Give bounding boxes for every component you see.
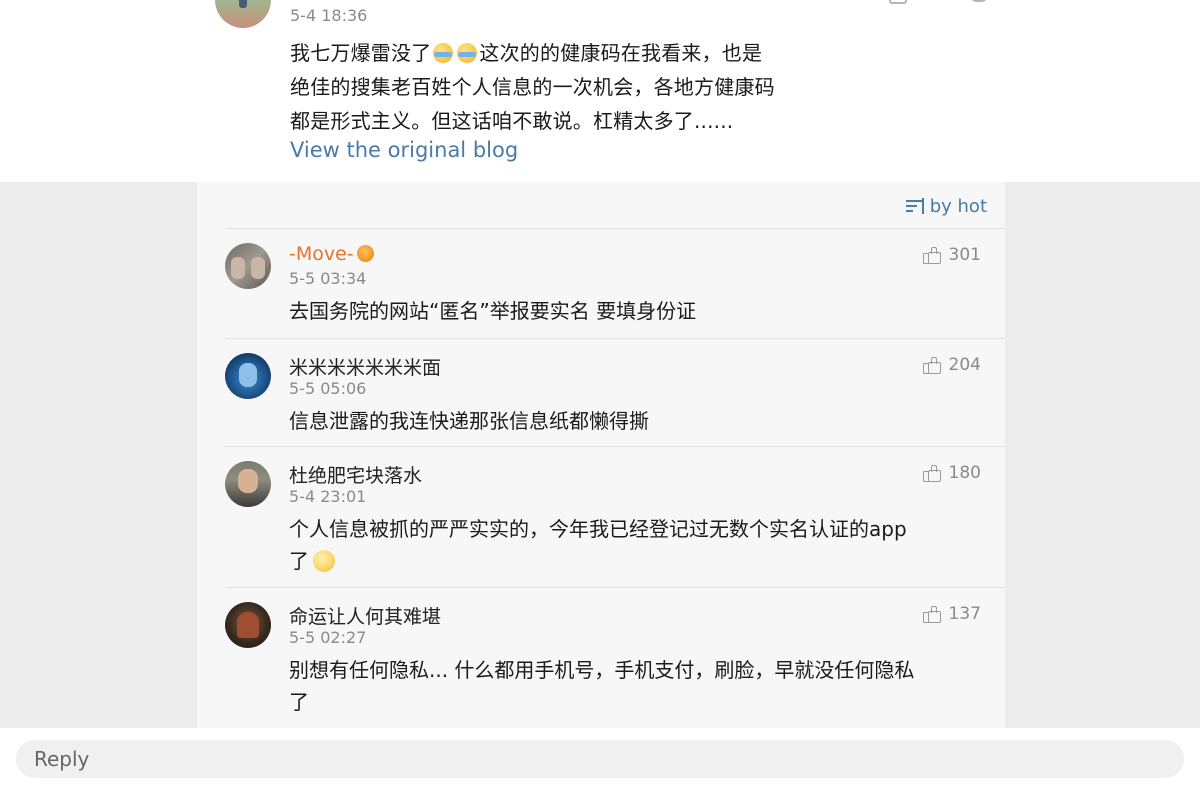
comment-like-button[interactable]: 137: [922, 604, 981, 624]
comment-text: 别想有任何隐私... 什么都用手机号，手机支付，刷脸，早就没任何隐私 了: [289, 658, 915, 714]
thumbs-up-icon: [922, 247, 941, 264]
comment-text: 信息泄露的我连快递那张信息纸都懒得撕: [289, 409, 649, 433]
comment-text: 去国务院的网站“匿名”举报要实名 要填身份证: [289, 299, 697, 323]
reply-input[interactable]: Reply: [16, 740, 1184, 778]
like-count: 301: [948, 245, 981, 265]
comment-username[interactable]: 命运让人何其难堪: [289, 602, 441, 629]
comment-item: -Move- 5-5 03:34 301 去国务院的网站“匿名”举报要实名 要填…: [225, 228, 1005, 339]
post-text: 我七万爆雷没了 这次的的健康码在我看来，也是 绝佳的搜集老百姓个人信息的一次机会，…: [290, 36, 790, 138]
sort-by-hot-button[interactable]: by hot: [905, 194, 987, 218]
sort-icon: [905, 198, 924, 214]
post-author-avatar[interactable]: [215, 0, 271, 28]
post-text-line-2: 绝佳的搜集老百姓个人信息的一次机会，各地方健康码: [290, 75, 775, 99]
comment-like-button[interactable]: 204: [922, 355, 981, 375]
comment-time: 5-5 05:06: [289, 379, 367, 398]
original-post: 5-4 18:36 我七万爆雷没了 这次的的健康码在我看来，也是 绝佳的搜集老百姓…: [0, 0, 1200, 182]
comments-panel: by hot -Move- 5-5 03:34 301 去国务院的网站“匿名”举…: [197, 182, 1005, 728]
avatar[interactable]: [225, 353, 271, 399]
comment-username[interactable]: 米米米米米米米面: [289, 353, 441, 380]
thumbs-up-icon: [922, 357, 941, 374]
post-text-line-3: 都是形式主义。但这话咱不敢说。杠精太多了......: [290, 109, 734, 133]
comment-time: 5-5 03:34: [289, 269, 367, 288]
avatar[interactable]: [225, 461, 271, 507]
comment-username[interactable]: -Move-: [289, 243, 374, 265]
laugh-cry-emoji-icon: [433, 43, 454, 63]
like-icon[interactable]: [889, 0, 907, 4]
sort-label: by hot: [929, 195, 987, 217]
comment-item: 杜绝肥宅块落水 5-4 23:01 180 个人信息被抓的严严实实的，今年我已经…: [225, 446, 1005, 588]
like-count: 180: [948, 463, 981, 483]
comment-time: 5-4 23:01: [289, 487, 367, 506]
clap-emoji-icon: [313, 550, 335, 572]
view-original-blog-link[interactable]: View the original blog: [290, 138, 518, 162]
like-count: 137: [948, 604, 981, 624]
thumbs-up-icon: [922, 606, 941, 623]
comment-like-button[interactable]: 180: [922, 463, 981, 483]
post-actions: [885, 0, 995, 4]
post-time: 5-4 18:36: [290, 6, 368, 25]
laugh-cry-emoji-icon: [457, 43, 478, 63]
sort-bar: by hot: [197, 182, 1005, 228]
comment-time: 5-5 02:27: [289, 628, 367, 647]
post-text-line-1: 我七万爆雷没了 这次的的健康码在我看来，也是: [290, 41, 763, 65]
reply-placeholder: Reply: [34, 747, 90, 771]
comment-item: 命运让人何其难堪 5-5 02:27 137 别想有任何隐私... 什么都用手机…: [225, 587, 1005, 729]
avatar[interactable]: [225, 602, 271, 648]
thumbs-up-icon: [922, 465, 941, 482]
comment-icon[interactable]: [969, 0, 989, 2]
avatar[interactable]: [225, 243, 271, 289]
vip-crown-icon: [356, 245, 374, 262]
comment-username[interactable]: 杜绝肥宅块落水: [289, 461, 422, 488]
reply-bar: Reply: [0, 728, 1200, 788]
comment-text: 个人信息被抓的严严实实的，今年我已经登记过无数个实名认证的app 了: [289, 517, 907, 573]
like-count: 204: [948, 355, 981, 375]
comment-item: 米米米米米米米面 5-5 05:06 204 信息泄露的我连快递那张信息纸都懒得…: [225, 338, 1005, 447]
comment-like-button[interactable]: 301: [922, 245, 981, 265]
